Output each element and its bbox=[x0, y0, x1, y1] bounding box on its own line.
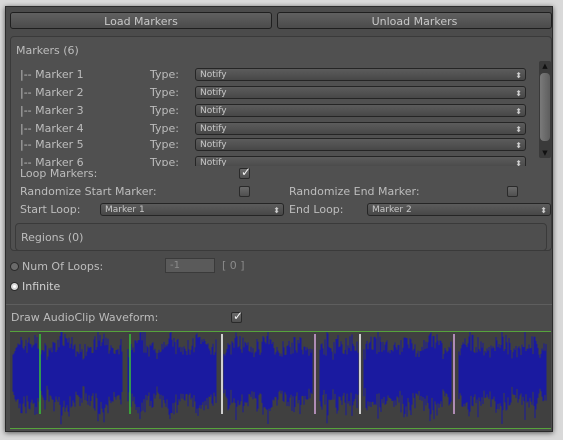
markers-scrollbar[interactable]: ▲ ▼ bbox=[539, 61, 551, 158]
draw-waveform-checkbox[interactable]: ✓ bbox=[231, 309, 244, 323]
inspector-window: Load Markers Unload Markers Markers (6) … bbox=[5, 6, 553, 432]
regions-panel: Regions (0) bbox=[15, 223, 547, 251]
loop-markers-checkbox[interactable]: ✓ bbox=[239, 165, 252, 179]
marker-label: |-- Marker 5 bbox=[20, 138, 84, 151]
regions-header: Regions (0) bbox=[21, 231, 84, 244]
marker-label: |-- Marker 1 bbox=[20, 68, 84, 81]
scroll-up-icon[interactable]: ▲ bbox=[539, 61, 551, 71]
marker-type-value: Notify bbox=[200, 140, 227, 150]
end-loop-label: End Loop: bbox=[289, 203, 344, 216]
type-label: Type: bbox=[150, 122, 179, 135]
divider bbox=[6, 304, 552, 305]
randomize-start-label: Randomize Start Marker: bbox=[20, 185, 157, 198]
updown-arrows-icon: ⬍ bbox=[515, 125, 522, 134]
marker-row: |-- Marker 5 Type: Notify ⬍ bbox=[20, 138, 529, 153]
marker-row: |-- Marker 2 Type: Notify ⬍ bbox=[20, 85, 529, 101]
updown-arrows-icon: ⬍ bbox=[515, 159, 522, 166]
marker-type-value: Notify bbox=[200, 158, 227, 166]
marker-type-dropdown[interactable]: Notify ⬍ bbox=[195, 138, 526, 151]
updown-arrows-icon: ⬍ bbox=[515, 71, 522, 80]
scroll-thumb[interactable] bbox=[540, 73, 550, 141]
marker-label: |-- Marker 4 bbox=[20, 122, 84, 135]
check-icon: ✓ bbox=[233, 309, 244, 323]
marker-label: |-- Marker 6 bbox=[20, 156, 84, 166]
infinite-radio[interactable] bbox=[10, 282, 19, 291]
marker-type-dropdown[interactable]: Notify ⬍ bbox=[195, 122, 526, 135]
marker-type-value: Notify bbox=[200, 88, 227, 98]
updown-arrows-icon: ⬍ bbox=[540, 206, 547, 215]
type-label: Type: bbox=[150, 104, 179, 117]
type-label: Type: bbox=[150, 156, 179, 166]
infinite-label: Infinite bbox=[22, 280, 61, 293]
type-label: Type: bbox=[150, 68, 179, 81]
waveform-bars bbox=[12, 329, 547, 425]
check-icon: ✓ bbox=[241, 165, 252, 179]
marker-type-dropdown[interactable]: Notify ⬍ bbox=[195, 104, 526, 117]
unload-markers-button[interactable]: Unload Markers bbox=[277, 12, 552, 29]
loop-markers-label: Loop Markers: bbox=[20, 167, 98, 180]
marker-row: |-- Marker 3 Type: Notify ⬍ bbox=[20, 103, 529, 119]
start-loop-dropdown[interactable]: Marker 1 ⬍ bbox=[100, 203, 284, 216]
marker-type-value: Notify bbox=[200, 106, 227, 116]
randomize-end-checkbox[interactable] bbox=[507, 186, 518, 197]
end-loop-dropdown[interactable]: Marker 2 ⬍ bbox=[367, 203, 551, 216]
randomize-start-checkbox[interactable] bbox=[239, 186, 250, 197]
num-loops-radio[interactable] bbox=[10, 262, 19, 271]
randomize-end-label: Randomize End Marker: bbox=[289, 185, 420, 198]
start-loop-value: Marker 1 bbox=[105, 205, 145, 215]
num-loops-label: Num Of Loops: bbox=[22, 260, 104, 273]
waveform-svg bbox=[12, 329, 547, 425]
marker-label: |-- Marker 2 bbox=[20, 86, 84, 99]
waveform-display[interactable] bbox=[10, 329, 551, 429]
markers-panel: Markers (6) |-- Marker 1 Type: Notify ⬍ … bbox=[10, 36, 552, 251]
draw-waveform-label: Draw AudioClip Waveform: bbox=[11, 311, 159, 324]
num-loops-field[interactable]: -1 bbox=[165, 258, 215, 273]
scroll-down-icon[interactable]: ▼ bbox=[539, 148, 551, 158]
markers-list-lower: |-- Marker 5 Type: Notify ⬍ |-- Marker 6… bbox=[20, 138, 529, 166]
type-label: Type: bbox=[150, 138, 179, 151]
start-loop-label: Start Loop: bbox=[20, 203, 81, 216]
marker-row: |-- Marker 1 Type: Notify ⬍ bbox=[20, 67, 529, 83]
updown-arrows-icon: ⬍ bbox=[515, 107, 522, 116]
marker-row: |-- Marker 6 Type: Notify ⬍ bbox=[20, 155, 529, 166]
marker-type-value: Notify bbox=[200, 124, 227, 134]
load-markers-button[interactable]: Load Markers bbox=[10, 12, 272, 29]
end-loop-value: Marker 2 bbox=[372, 205, 412, 215]
type-label: Type: bbox=[150, 86, 179, 99]
marker-label: |-- Marker 3 bbox=[20, 104, 84, 117]
loop-count-display: [ 0 ] bbox=[222, 259, 245, 272]
updown-arrows-icon: ⬍ bbox=[273, 206, 280, 215]
markers-header: Markers (6) bbox=[16, 44, 79, 57]
marker-type-dropdown[interactable]: Notify ⬍ bbox=[195, 86, 526, 99]
marker-type-dropdown[interactable]: Notify ⬍ bbox=[195, 68, 526, 81]
updown-arrows-icon: ⬍ bbox=[515, 141, 522, 150]
updown-arrows-icon: ⬍ bbox=[515, 89, 522, 98]
marker-row: |-- Marker 4 Type: Notify ⬍ bbox=[20, 121, 529, 137]
marker-type-value: Notify bbox=[200, 70, 227, 80]
markers-list: |-- Marker 1 Type: Notify ⬍ |-- Marker 2… bbox=[20, 67, 529, 138]
